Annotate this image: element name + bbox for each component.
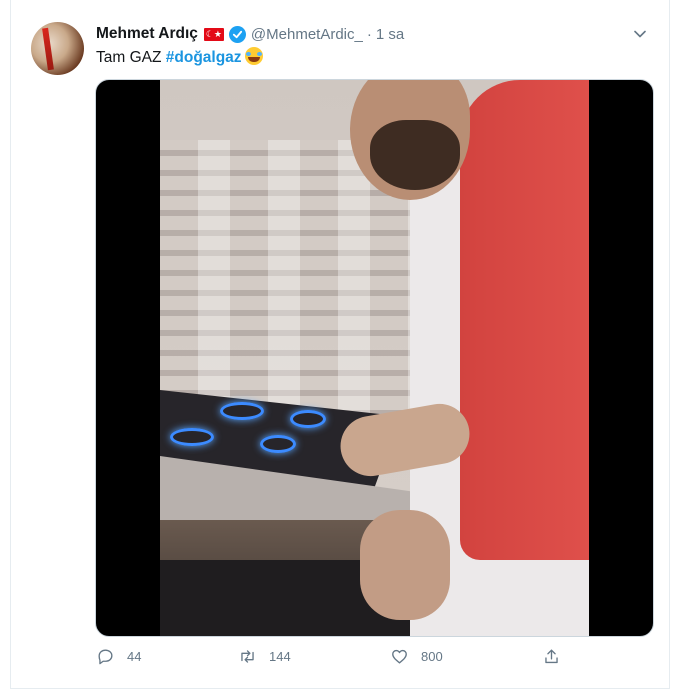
turkey-flag-icon: ☾★ <box>203 27 224 41</box>
separator-dot: · <box>366 25 372 43</box>
video-frame[interactable] <box>160 80 589 636</box>
tweet-timestamp[interactable]: 1 sa <box>376 26 404 43</box>
tweet-header: Mehmet Ardıç ☾★ @MehmetArdic_ · 1 sa <box>96 23 404 45</box>
hashtag-link[interactable]: #doğalgaz <box>166 49 242 66</box>
reply-icon <box>98 649 113 665</box>
face-with-tears-of-joy-icon <box>244 47 263 65</box>
like-button[interactable]: 800 <box>390 647 443 666</box>
reply-button[interactable]: 44 <box>96 647 141 666</box>
tweet-text: Tam GAZ #doğalgaz <box>96 47 263 68</box>
verified-badge-icon <box>228 25 246 43</box>
heart-icon <box>392 649 407 664</box>
share-button[interactable] <box>542 647 561 666</box>
reply-count: 44 <box>127 649 142 664</box>
tweet-video[interactable] <box>95 79 654 637</box>
retweet-count: 144 <box>269 649 291 664</box>
author-name[interactable]: Mehmet Ardıç <box>96 25 198 43</box>
retweet-button[interactable]: 144 <box>238 647 291 666</box>
chevron-down-icon[interactable] <box>633 27 647 41</box>
author-handle[interactable]: @MehmetArdic_ <box>251 26 363 43</box>
tweet-actions: 44 144 800 <box>96 647 576 673</box>
avatar[interactable] <box>31 22 84 75</box>
retweet-icon <box>241 650 254 663</box>
share-icon <box>545 649 558 664</box>
like-count: 800 <box>421 649 443 664</box>
tweet-text-body: Tam GAZ <box>96 49 166 66</box>
